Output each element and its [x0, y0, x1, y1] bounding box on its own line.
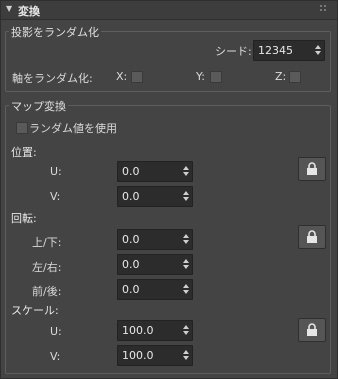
position-v-label: V:	[50, 190, 61, 203]
x-axis-checkbox[interactable]	[131, 71, 143, 83]
rotation-leftright-value[interactable]: 0.0	[122, 258, 140, 271]
position-u-label: U:	[50, 165, 62, 178]
rotation-leftright-spinner[interactable]: 0.0	[117, 254, 193, 275]
seed-value[interactable]: 12345	[258, 44, 293, 57]
collapse-triangle-icon[interactable]: ▼	[6, 4, 12, 13]
scale-u-spinner[interactable]: 100.0	[117, 320, 193, 341]
position-v-value[interactable]: 0.0	[122, 190, 140, 203]
spinner-arrows-icon[interactable]	[183, 282, 189, 296]
rotation-leftright-label: 左/右:	[32, 261, 62, 274]
rotation-updown-spinner[interactable]: 0.0	[117, 229, 193, 250]
rotation-frontback-spinner[interactable]: 0.0	[117, 279, 193, 300]
use-random-value-checkbox[interactable]	[16, 122, 28, 134]
position-label: 位置:	[11, 146, 37, 159]
rotation-updown-value[interactable]: 0.0	[122, 233, 140, 246]
y-axis-label: Y:	[196, 70, 205, 83]
spinner-arrows-icon[interactable]	[183, 164, 189, 178]
scale-u-label: U:	[50, 325, 62, 338]
position-u-value[interactable]: 0.0	[122, 165, 140, 178]
spinner-arrows-icon[interactable]	[183, 323, 189, 337]
scale-u-value[interactable]: 100.0	[122, 324, 154, 337]
spinner-arrows-icon[interactable]	[183, 257, 189, 271]
lock-icon	[307, 323, 317, 336]
rotation-lock-button[interactable]	[298, 225, 326, 249]
rotation-frontback-value[interactable]: 0.0	[122, 283, 140, 296]
seed-label: シード:	[215, 45, 252, 58]
scale-lock-button[interactable]	[298, 318, 326, 342]
rotation-frontback-label: 前/後:	[32, 285, 62, 298]
y-axis-checkbox[interactable]	[210, 71, 222, 83]
projection-group-title: 投影をランダム化	[9, 24, 101, 40]
spinner-arrows-icon[interactable]	[183, 232, 189, 246]
scale-v-spinner[interactable]: 100.0	[117, 345, 193, 366]
z-axis-label: Z:	[275, 70, 287, 83]
axis-randomize-label: 軸をランダム化:	[12, 72, 93, 85]
position-lock-button[interactable]	[298, 157, 326, 181]
z-axis-checkbox[interactable]	[289, 71, 301, 83]
rotation-label: 回転:	[11, 212, 37, 225]
panel-title: 変換	[18, 5, 40, 18]
scale-label: スケール:	[11, 304, 59, 317]
spinner-arrows-icon[interactable]	[183, 348, 189, 362]
map-transform-group-title: マップ変換	[9, 98, 68, 114]
spinner-arrows-icon[interactable]	[315, 43, 321, 57]
grip-dots-icon[interactable]	[320, 5, 328, 13]
position-u-spinner[interactable]: 0.0	[117, 161, 193, 182]
use-random-value-label: ランダム値を使用	[29, 122, 117, 135]
seed-spinner[interactable]: 12345	[253, 40, 325, 61]
position-v-spinner[interactable]: 0.0	[117, 186, 193, 207]
scale-v-value[interactable]: 100.0	[122, 349, 154, 362]
rotation-updown-label: 上/下:	[32, 236, 62, 249]
lock-icon	[307, 230, 317, 243]
lock-icon	[307, 162, 317, 175]
spinner-arrows-icon[interactable]	[183, 189, 189, 203]
x-axis-label: X:	[116, 70, 128, 83]
panel-title-bar[interactable]	[1, 1, 337, 20]
scale-v-label: V:	[50, 350, 61, 363]
